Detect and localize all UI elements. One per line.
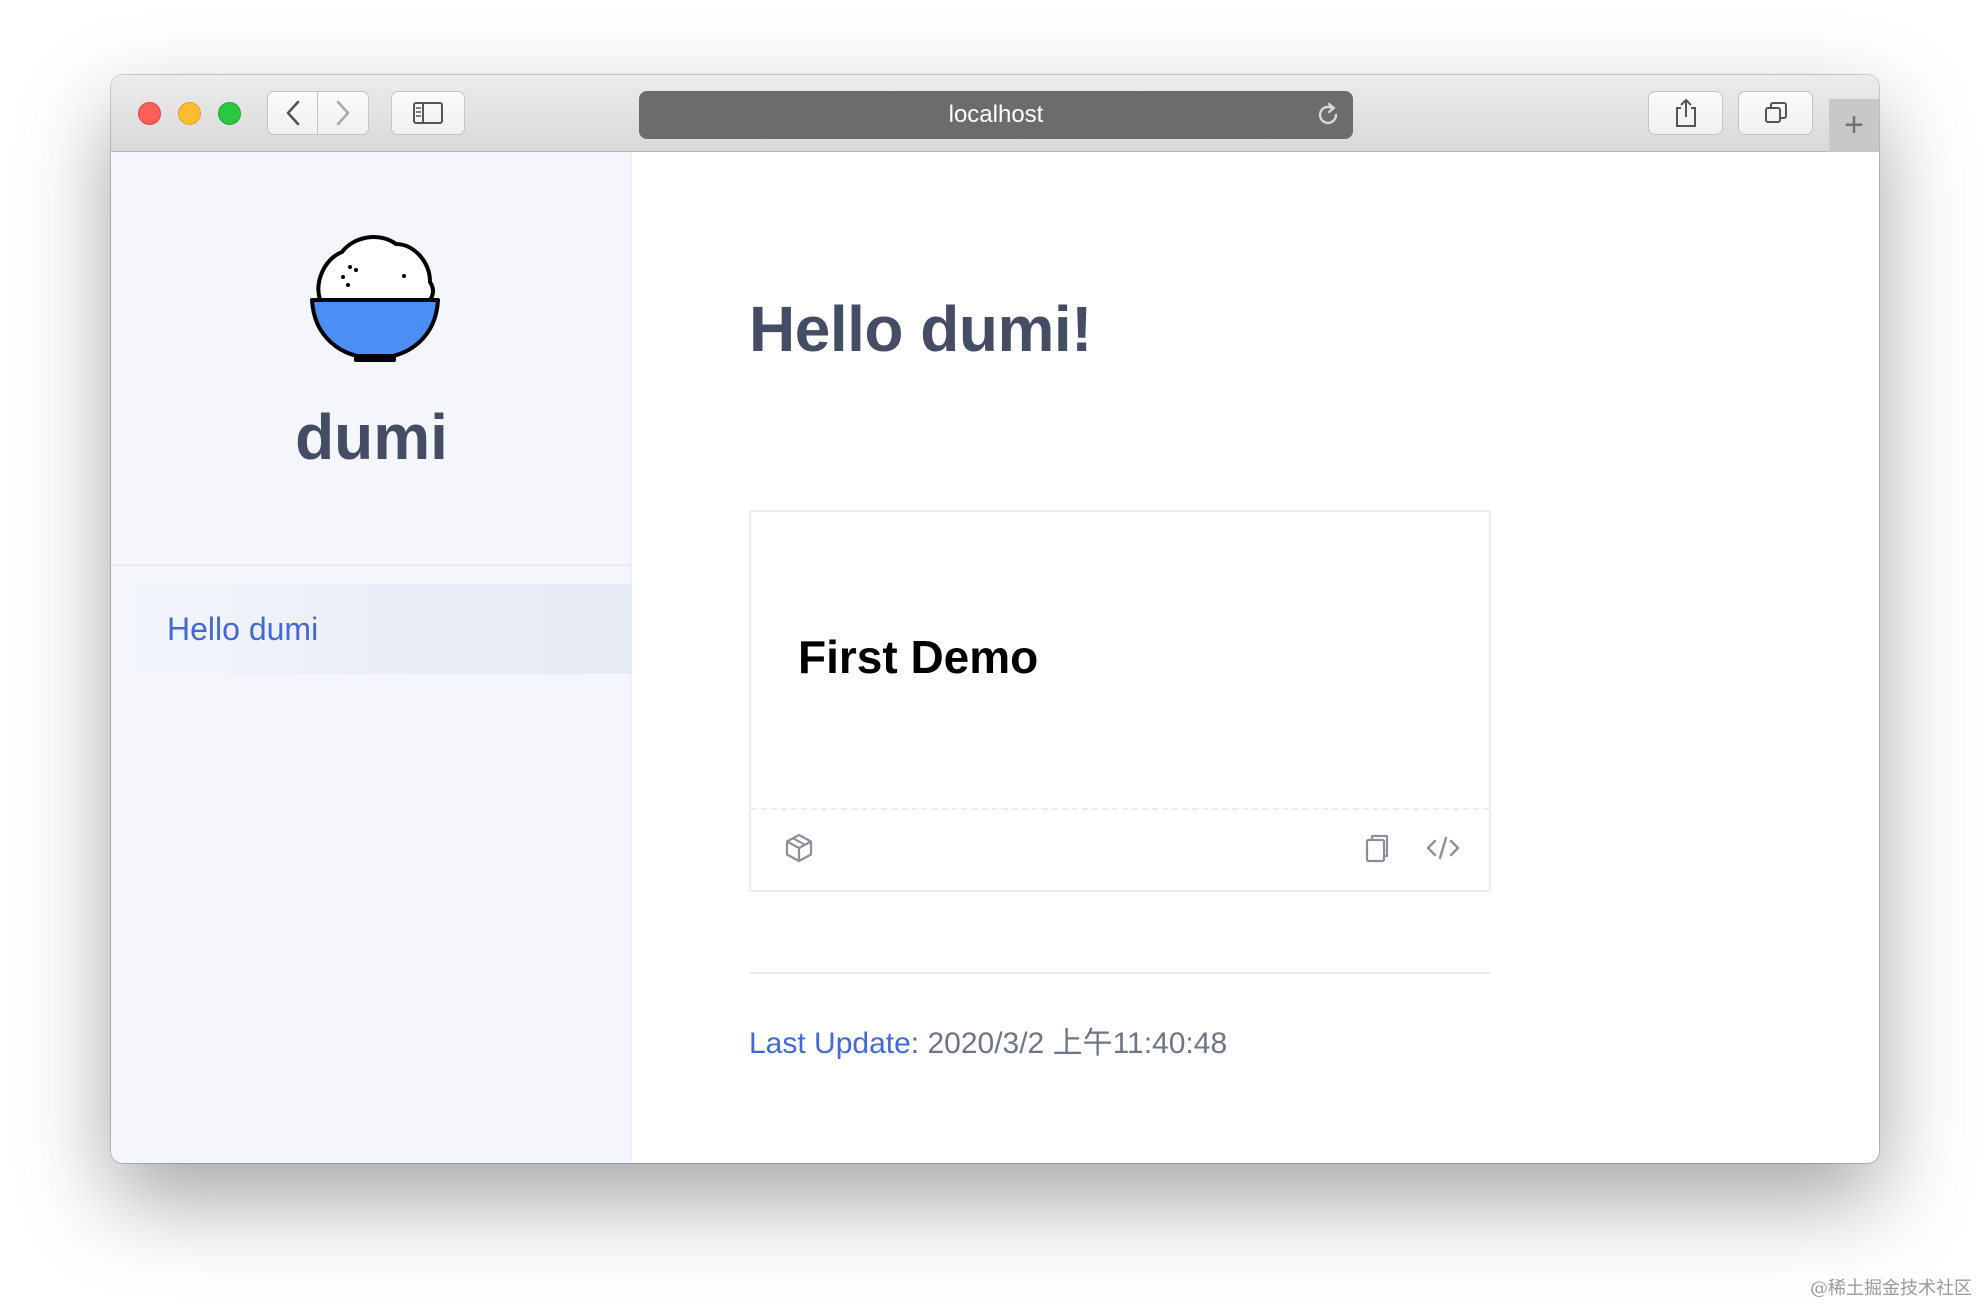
sidebar-icon <box>413 102 443 124</box>
browser-toolbar: localhost + <box>111 75 1879 152</box>
sidebar-item-hello-dumi[interactable]: Hello dumi <box>111 584 632 674</box>
share-icon <box>1675 99 1696 127</box>
show-tabs-button[interactable] <box>1738 91 1813 135</box>
codesandbox-icon[interactable] <box>783 832 815 864</box>
show-sidebar-button[interactable] <box>391 91 465 135</box>
last-update-value: 2020/3/2 上午11:40:48 <box>927 1027 1228 1060</box>
minimize-window-button[interactable] <box>178 102 201 125</box>
close-window-button[interactable] <box>138 102 161 125</box>
demo-actions-bar <box>751 808 1489 892</box>
last-update: Last Update: 2020/3/2 上午11:40:48 <box>749 1018 1227 1062</box>
chevron-right-icon <box>336 100 350 126</box>
browser-window: localhost + dumi Hello dumi Hello dumi! … <box>111 75 1879 1163</box>
address-bar[interactable]: localhost <box>639 91 1353 139</box>
site-name[interactable]: dumi <box>111 400 632 474</box>
docs-sidebar: dumi Hello dumi <box>111 152 632 1163</box>
zoom-window-button[interactable] <box>218 102 241 125</box>
chevron-left-icon <box>286 100 299 126</box>
back-button[interactable] <box>267 91 318 135</box>
last-update-label: Last Update: <box>749 1027 920 1060</box>
tabs-overview-icon <box>1764 102 1787 123</box>
url-text: localhost <box>948 101 1044 128</box>
rice-bowl-logo-icon[interactable] <box>306 230 444 364</box>
new-tab-button[interactable]: + <box>1829 99 1879 152</box>
page-title: Hello dumi! <box>749 293 1092 365</box>
code-icon[interactable] <box>1425 832 1461 864</box>
content-divider <box>749 972 1491 974</box>
main-content: Hello dumi! First Demo Last Update: 2020… <box>632 152 1879 1163</box>
sidebar-divider <box>111 564 632 566</box>
copy-icon[interactable] <box>1361 832 1393 864</box>
demo-card: First Demo <box>749 510 1491 892</box>
demo-title: First Demo <box>798 631 1039 683</box>
share-button[interactable] <box>1648 91 1723 135</box>
forward-button[interactable] <box>318 91 369 135</box>
reload-icon[interactable] <box>1315 102 1341 128</box>
watermark: @稀土掘金技术社区 <box>1810 1278 1972 1299</box>
